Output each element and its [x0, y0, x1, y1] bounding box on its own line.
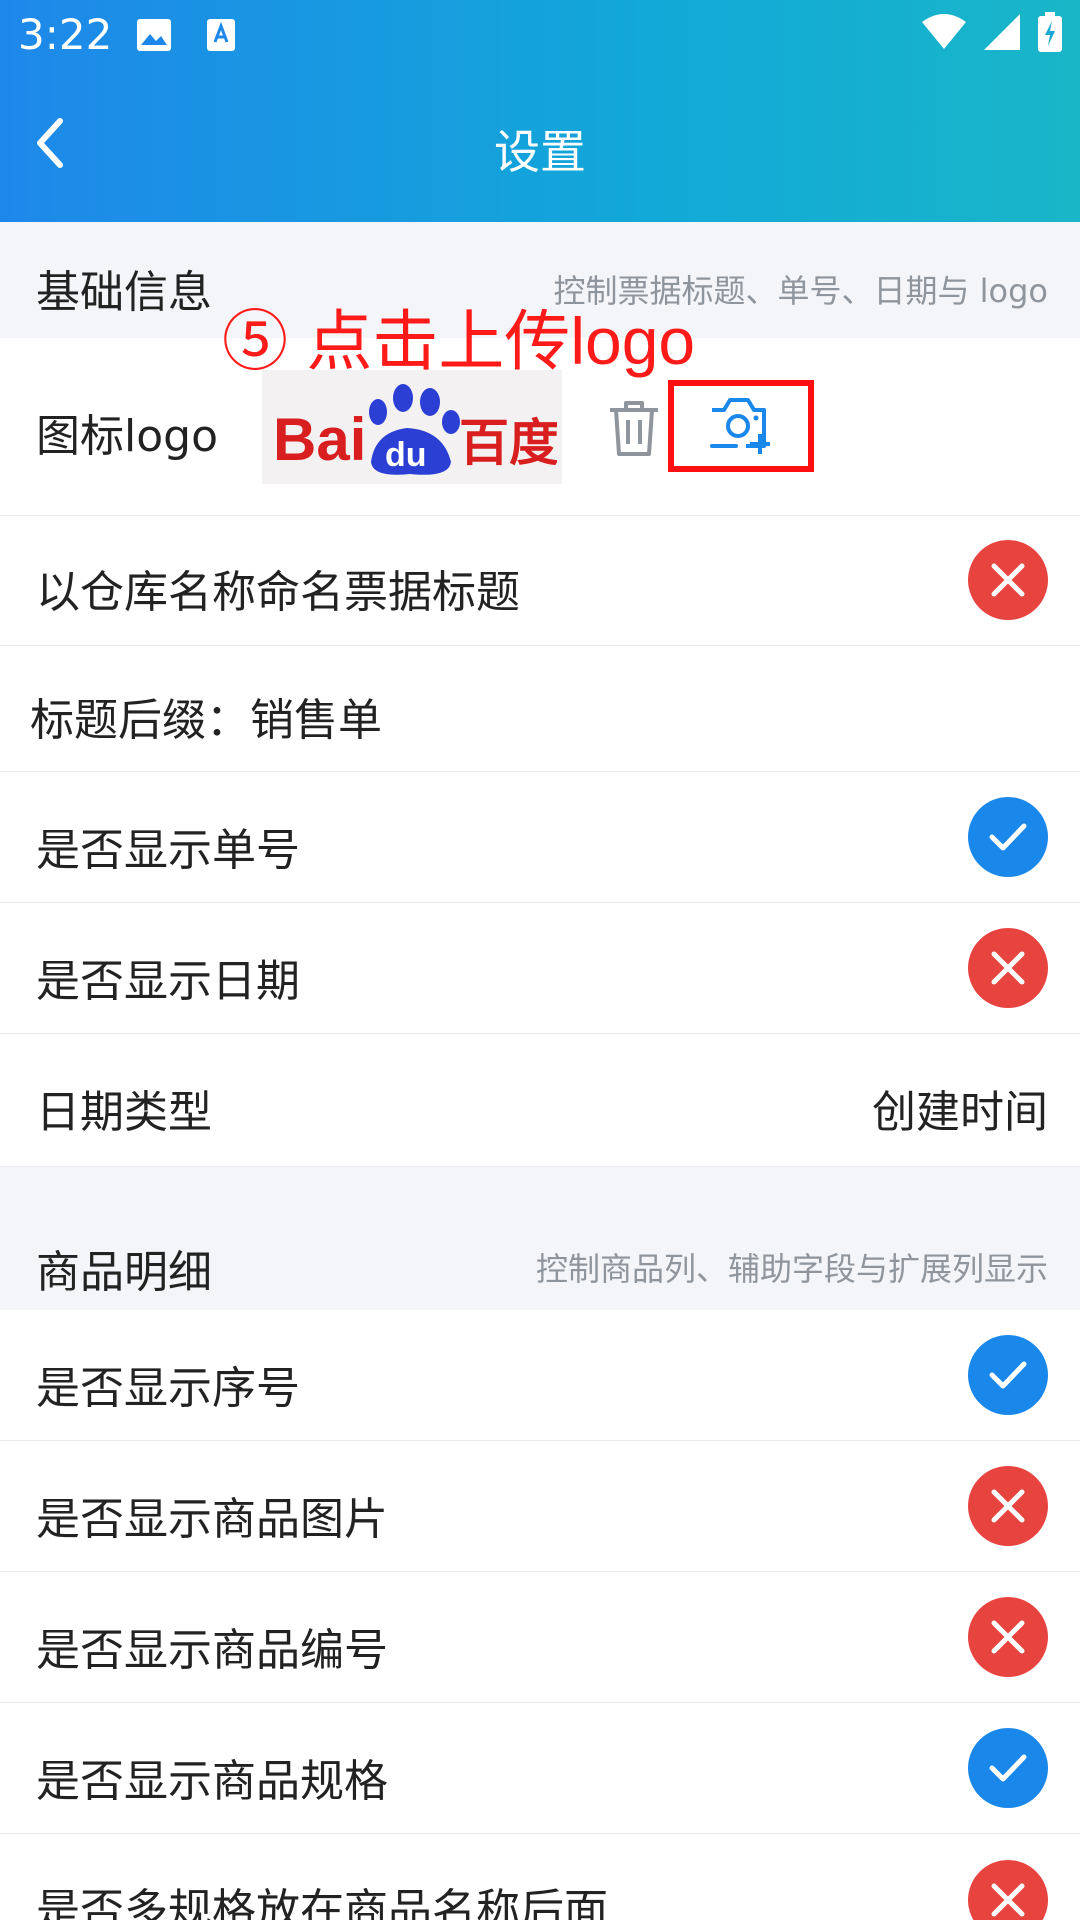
- row-multi-spec-after-name[interactable]: 是否多规格放在商品名称后面: [0, 1834, 1080, 1920]
- signal-icon: [984, 14, 1020, 50]
- check-icon: [989, 1754, 1027, 1782]
- check-icon: [989, 1361, 1027, 1389]
- close-icon: [991, 1883, 1025, 1917]
- row-show-date[interactable]: 是否显示日期: [0, 903, 1080, 1034]
- row-title-suffix[interactable]: 标题后缀：销售单: [0, 646, 1080, 772]
- close-icon: [991, 563, 1025, 597]
- row-label: 是否显示序号: [36, 1363, 300, 1414]
- row-show-serial[interactable]: 是否显示序号: [0, 1310, 1080, 1441]
- row-label: 是否显示商品图片: [36, 1494, 388, 1545]
- row-show-number[interactable]: 是否显示单号: [0, 772, 1080, 903]
- row-label: 图标logo: [36, 411, 218, 462]
- logo-preview: Bai du 百度: [262, 370, 562, 484]
- annotation-text: ⑤ 点击上传logo: [222, 304, 696, 378]
- status-bar: 3:22: [0, 0, 1080, 72]
- close-icon: [991, 1620, 1025, 1654]
- close-icon: [991, 951, 1025, 985]
- svg-text:百度: 百度: [459, 414, 557, 472]
- delete-logo-button[interactable]: [606, 398, 662, 462]
- row-date-type[interactable]: 日期类型 创建时间: [0, 1034, 1080, 1167]
- status-indicators: [922, 12, 1062, 52]
- app-header: 3:22 设置: [0, 0, 1080, 222]
- gallery-icon: [136, 18, 172, 56]
- toggle-off[interactable]: [968, 1597, 1048, 1677]
- section-goods-header: 商品明细 控制商品列、辅助字段与扩展列显示: [0, 1196, 1080, 1310]
- row-show-image[interactable]: 是否显示商品图片: [0, 1441, 1080, 1572]
- battery-icon: [1038, 12, 1062, 52]
- row-warehouse-title[interactable]: 以仓库名称命名票据标题: [0, 516, 1080, 646]
- row-label: 是否显示日期: [36, 956, 300, 1007]
- row-label: 是否显示商品编号: [36, 1625, 388, 1676]
- row-label: 是否多规格放在商品名称后面: [36, 1885, 608, 1920]
- section-title: 商品明细: [36, 1247, 212, 1298]
- row-label: 以仓库名称命名票据标题: [36, 567, 520, 618]
- trash-icon: [610, 401, 658, 456]
- date-type-value: 创建时间: [872, 1087, 1048, 1138]
- row-label: 标题后缀：销售单: [30, 695, 382, 746]
- wifi-icon: [922, 14, 966, 49]
- row-show-code[interactable]: 是否显示商品编号: [0, 1572, 1080, 1703]
- baidu-logo: Bai du 百度: [273, 384, 557, 475]
- page-title: 设置: [494, 125, 586, 179]
- app-notification-icon: [206, 18, 236, 56]
- svg-text:du: du: [385, 436, 427, 474]
- close-icon: [991, 1489, 1025, 1523]
- toggle-off[interactable]: [968, 928, 1048, 1008]
- toggle-off[interactable]: [968, 1860, 1048, 1920]
- check-icon: [989, 823, 1027, 851]
- section-description: 控制商品列、辅助字段与扩展列显示: [535, 1250, 1048, 1288]
- toggle-off[interactable]: [968, 540, 1048, 620]
- toggle-on[interactable]: [968, 1335, 1048, 1415]
- row-label: 是否显示商品规格: [36, 1756, 388, 1807]
- row-label: 日期类型: [36, 1087, 212, 1138]
- toggle-off[interactable]: [968, 1466, 1048, 1546]
- svg-text:Bai: Bai: [273, 406, 366, 473]
- upload-highlight-frame: [668, 380, 814, 472]
- status-time: 3:22: [18, 10, 113, 59]
- row-show-spec[interactable]: 是否显示商品规格: [0, 1703, 1080, 1834]
- toggle-on[interactable]: [968, 797, 1048, 877]
- row-label: 是否显示单号: [36, 825, 300, 876]
- section-title: 基础信息: [36, 267, 212, 318]
- toggle-on[interactable]: [968, 1728, 1048, 1808]
